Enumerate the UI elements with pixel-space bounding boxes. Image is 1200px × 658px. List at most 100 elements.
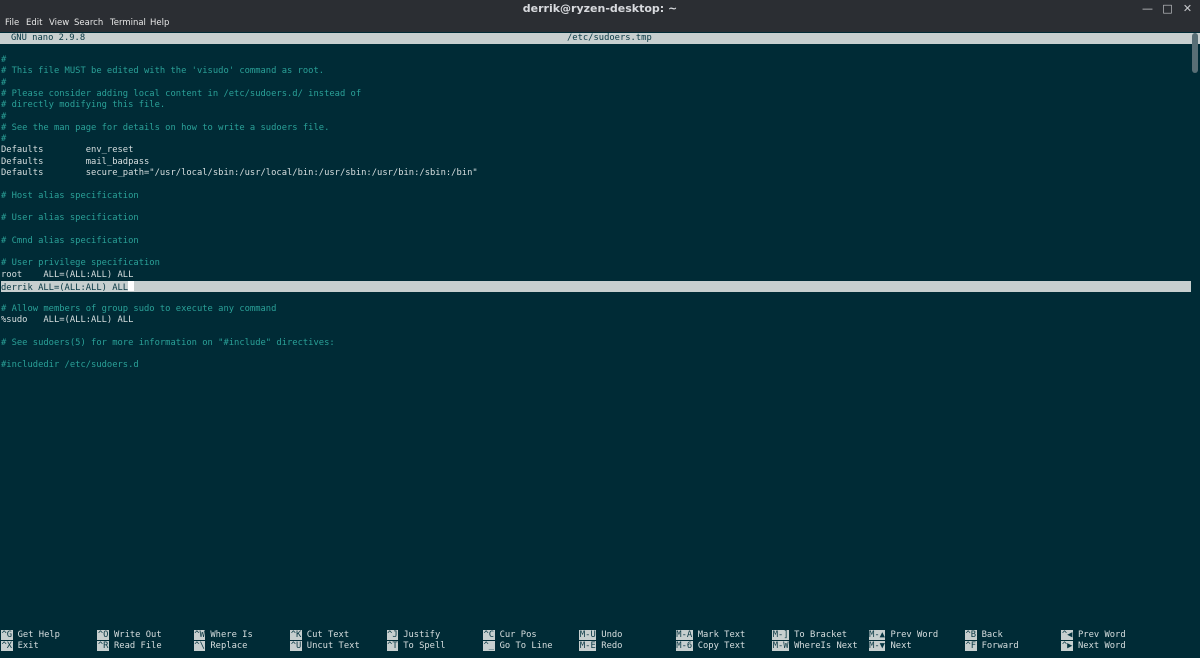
shortcut-label: Cur Pos: [499, 630, 537, 640]
shortcut-item[interactable]: ^B Back: [965, 630, 1003, 641]
editor-line-text: # User privilege specification: [1, 258, 160, 269]
shortcut-key: M-W: [772, 641, 790, 651]
menu-edit[interactable]: Edit: [26, 18, 42, 28]
editor-line[interactable]: # Please consider adding local content i…: [1, 89, 361, 100]
shortcut-item[interactable]: ^F Forward: [965, 641, 1019, 652]
shortcut-item[interactable]: M-A Mark Text: [675, 630, 745, 641]
editor-line[interactable]: #includedir /etc/sudoers.d: [1, 360, 139, 371]
shortcut-item[interactable]: ^T To Spell: [386, 641, 446, 652]
current-line[interactable]: derrik ALL=(ALL:ALL) ALL: [1, 281, 1191, 293]
shortcut-item[interactable]: ^K Cut Text: [290, 630, 349, 641]
shortcut-item[interactable]: ^_ Go To Line: [483, 641, 553, 652]
maximize-icon[interactable]: □: [1160, 1, 1175, 16]
editor-line-text: # directly modifying this file.: [1, 100, 166, 111]
minimize-icon[interactable]: —: [1140, 1, 1155, 16]
editor-line[interactable]: # User privilege specification: [1, 258, 160, 269]
shortcut-label: Undo: [601, 630, 623, 640]
editor-line[interactable]: # directly modifying this file.: [1, 100, 165, 111]
close-icon[interactable]: ✕: [1180, 1, 1195, 16]
editor-line[interactable]: #: [1, 78, 6, 89]
shortcut-label: Uncut Text: [306, 641, 360, 651]
scrollbar[interactable]: [1192, 33, 1198, 73]
nano-header: GNU nano 2.9.8 /etc/sudoers.tmp: [0, 33, 1200, 44]
editor-line-text: Defaults env_reset: [1, 145, 134, 156]
shortcut-label: Read File: [113, 641, 162, 651]
shortcut-item[interactable]: ^◀ Prev Word: [1061, 630, 1126, 641]
shortcut-label: Prev Word: [1077, 630, 1126, 640]
editor-line[interactable]: # See sudoers(5) for more information on…: [1, 338, 335, 349]
shortcut-label: Copy Text: [697, 641, 746, 651]
editor-line[interactable]: # See the man page for details on how to…: [1, 123, 329, 134]
editor-line-text: derrik ALL=(ALL:ALL) ALL: [1, 283, 129, 293]
editor-line-text: Defaults secure_path="/usr/local/sbin:/u…: [1, 168, 478, 178]
editor-line-text: #: [1, 134, 7, 145]
shortcut-key: ^W: [193, 630, 206, 640]
menu-terminal[interactable]: Terminal: [110, 18, 146, 28]
editor-line[interactable]: #: [1, 134, 6, 145]
shortcut-item[interactable]: M-U Undo: [579, 630, 622, 641]
shortcut-key: ^X: [1, 641, 13, 651]
editor-line[interactable]: # Cmnd alias specification: [1, 236, 139, 247]
menu-view[interactable]: View: [49, 18, 69, 28]
shortcut-item[interactable]: ^W Where Is: [193, 630, 253, 641]
shortcut-item[interactable]: ^J Justify: [386, 630, 441, 641]
shortcut-bar: ^G Get Help ^X Exit ^O Write Out ^R Read File ^W…: [1, 630, 1191, 654]
shortcut-key: ^F: [965, 641, 977, 651]
shortcut-label: WhereIs Next: [794, 641, 858, 651]
shortcut-key: ^◀: [1061, 630, 1073, 640]
shortcut-key: ^O: [97, 630, 109, 640]
shortcut-item[interactable]: M-] To Bracket: [772, 630, 847, 641]
shortcut-key: M-E: [579, 641, 597, 651]
editor-line[interactable]: #: [1, 112, 6, 123]
shortcut-label: Where Is: [210, 630, 253, 640]
editor-line-text: #includedir /etc/sudoers.d: [1, 360, 139, 371]
shortcut-item[interactable]: ^R Read File: [97, 641, 162, 652]
shortcut-key: ^B: [965, 630, 977, 640]
shortcut-key: ^K: [290, 630, 302, 640]
editor-line-text: root ALL=(ALL:ALL) ALL: [1, 269, 134, 280]
editor-line[interactable]: # This file MUST be edited with the 'vis…: [1, 66, 324, 77]
editor-line[interactable]: # Allow members of group sudo to execute…: [1, 304, 276, 315]
shortcut-item[interactable]: M-W WhereIs Next: [772, 641, 858, 652]
shortcut-key: ^▶: [1061, 641, 1073, 651]
editor-line-text: #: [1, 77, 7, 88]
shortcut-item[interactable]: M-6 Copy Text: [675, 641, 746, 652]
editor-line-text: # Please consider adding local content i…: [1, 88, 362, 99]
shortcut-item[interactable]: ^▶ Next Word: [1061, 641, 1126, 652]
shortcut-label: Exit: [17, 641, 39, 651]
editor-line[interactable]: root ALL=(ALL:ALL) ALL: [1, 270, 133, 281]
editor-line[interactable]: Defaults env_reset: [1, 145, 133, 156]
shortcut-label: Next: [890, 641, 912, 651]
editor-line[interactable]: Defaults secure_path="/usr/local/sbin:/u…: [1, 168, 478, 179]
shortcut-item[interactable]: ^O Write Out: [97, 630, 162, 641]
shortcut-item[interactable]: ^X Exit: [1, 641, 39, 652]
shortcut-label: Get Help: [17, 630, 60, 640]
editor-line[interactable]: # Host alias specification: [1, 191, 139, 202]
shortcut-label: To Bracket: [794, 630, 848, 640]
menu-file[interactable]: File: [5, 18, 19, 28]
editor-line[interactable]: %sudo ALL=(ALL:ALL) ALL: [1, 315, 133, 326]
shortcut-item[interactable]: ^C Cur Pos: [483, 630, 537, 641]
shortcut-label: Prev Word: [890, 630, 939, 640]
shortcut-item[interactable]: ^U Uncut Text: [290, 641, 360, 652]
shortcut-label: Justify: [403, 630, 441, 640]
shortcut-item[interactable]: M-▼ Next: [868, 641, 912, 652]
shortcut-label: Cut Text: [306, 630, 350, 640]
menu-search[interactable]: Search: [74, 18, 103, 28]
window-titlebar: derrik@ryzen-desktop: ~ — □ ✕: [0, 0, 1200, 17]
shortcut-key: M-▼: [868, 641, 886, 651]
text-cursor: [128, 281, 135, 291]
shortcut-item[interactable]: ^G Get Help: [1, 630, 60, 641]
editor-line-text: # Host alias specification: [1, 190, 139, 201]
shortcut-item[interactable]: M-▲ Prev Word: [868, 630, 939, 641]
menu-bar: File Edit View Search Terminal Help: [0, 17, 1200, 32]
editor-line[interactable]: #: [1, 55, 6, 66]
window-title: derrik@ryzen-desktop: ~: [522, 2, 678, 15]
editor-line-text: # Cmnd alias specification: [1, 235, 139, 246]
menu-help[interactable]: Help: [150, 18, 169, 28]
editor-line[interactable]: # User alias specification: [1, 213, 139, 224]
shortcut-item[interactable]: M-E Redo: [579, 641, 622, 652]
shortcut-item[interactable]: ^\ Replace: [193, 641, 247, 652]
editor-line[interactable]: Defaults mail_badpass: [1, 157, 149, 168]
shortcut-label: To Spell: [403, 641, 446, 651]
